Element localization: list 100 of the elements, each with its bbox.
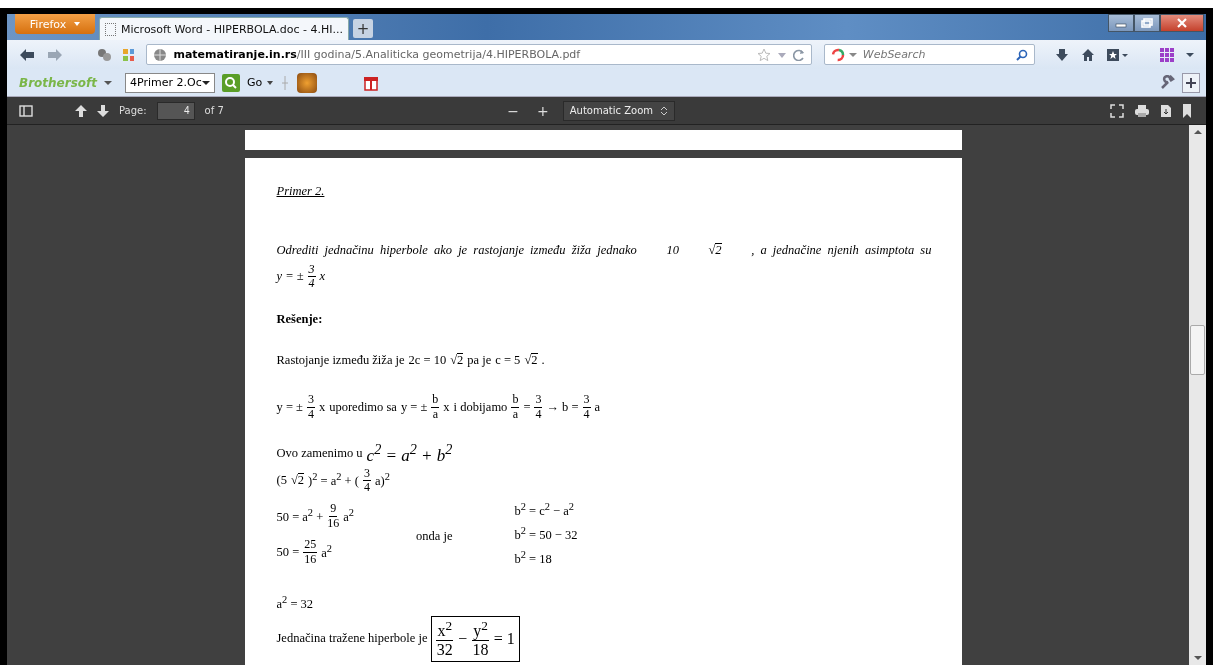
apps-grid-icon[interactable]	[1160, 47, 1175, 62]
grid-icon[interactable]	[122, 48, 135, 61]
minimize-button[interactable]	[1108, 14, 1134, 32]
address-bar[interactable]: matematiranje.in.rs/III godina/5.Analiticka geometrija/4.HIPERBOLA.pdf	[146, 44, 812, 65]
bookmark-icon[interactable]	[1182, 103, 1192, 118]
formula: 50 = a$^{2}$ +	[276, 507, 324, 526]
new-tab-button[interactable]: +	[353, 19, 373, 38]
square-root: √2	[708, 242, 722, 258]
text-run: Jednačina tražene hiperbole je	[276, 631, 428, 647]
formula: a)$^{2}$	[374, 471, 390, 490]
section-heading: Rešenje:	[276, 312, 324, 328]
text-run: Odrediti jednačinu hiperbole ako je rastojanje između žiža jednako	[276, 242, 637, 258]
formula: x	[319, 269, 326, 285]
formula: y = ±	[276, 269, 304, 285]
formula: x	[443, 399, 450, 415]
add-button[interactable]	[1182, 72, 1200, 93]
fraction: 9 16	[327, 502, 340, 530]
zoom-in-button[interactable]: +	[533, 102, 553, 119]
download-icon[interactable]	[1160, 103, 1172, 118]
gift-icon[interactable]	[364, 74, 379, 91]
restore-button[interactable]	[1134, 14, 1160, 32]
formula: y = ±	[276, 399, 303, 415]
formula: 10	[666, 242, 679, 258]
formula: a$^{2}$ = 32	[276, 594, 314, 613]
close-button[interactable]	[1160, 14, 1204, 32]
text-run: , a jednačine njenih asimptota su	[751, 242, 932, 258]
text-run: i dobijamo	[453, 399, 508, 415]
page-count: of 7	[204, 105, 224, 116]
text-run: .	[541, 352, 545, 368]
page-number-field[interactable]: 4	[156, 101, 195, 120]
formula: −	[458, 629, 468, 648]
formula: a	[594, 399, 601, 415]
browser-tab[interactable]: Microsoft Word - HIPERBOLA.doc - 4.HI...	[99, 17, 349, 40]
formula: b$^{2}$ = 50 − 32	[514, 525, 578, 544]
reload-icon[interactable]	[792, 48, 805, 61]
zoom-select[interactable]: Automatic Zoom	[562, 100, 675, 121]
fraction: 3 4	[362, 466, 371, 495]
previous-page-icon[interactable]	[75, 104, 87, 117]
formula: (5	[276, 472, 287, 488]
scroll-up-icon[interactable]	[1193, 129, 1202, 135]
go-button[interactable]: Go	[247, 76, 274, 89]
fullscreen-icon[interactable]	[1110, 103, 1124, 118]
formula: a$^{2}$	[343, 507, 354, 526]
fraction: 3 4	[582, 393, 591, 421]
dropdown-icon[interactable]	[104, 78, 112, 87]
fraction: 25 16	[303, 538, 318, 566]
zoom-out-button[interactable]: −	[503, 102, 524, 119]
next-page-icon[interactable]	[97, 104, 109, 117]
fraction: b a	[431, 393, 440, 421]
formula: =	[523, 399, 531, 415]
scrollbar[interactable]	[1189, 125, 1206, 665]
fraction: 3 4	[307, 263, 316, 291]
formula: c$^{2}$ = a$^{2}$ + b$^{2}$	[366, 441, 453, 467]
page-label: Page:	[119, 105, 147, 116]
wrench-icon[interactable]	[1159, 74, 1175, 91]
url-text: matematiranje.in.rs/III godina/5.Analiticka geometrija/4.HIPERBOLA.pdf	[173, 48, 581, 61]
toolbar-app-icon[interactable]	[297, 72, 318, 93]
scroll-thumb[interactable]	[1190, 325, 1205, 375]
search-icon[interactable]	[1015, 48, 1028, 61]
fraction: x$^{2}$ 32	[436, 619, 454, 659]
separator-handle-icon	[280, 73, 291, 92]
formula: 50 =	[276, 544, 300, 560]
close-icon[interactable]	[1176, 18, 1188, 28]
fraction: 3 4	[534, 393, 543, 421]
search-dropdown[interactable]: 4Primer 2.Oc	[125, 72, 215, 93]
search-icon[interactable]	[222, 73, 240, 92]
example-heading: Primer 2.	[276, 184, 325, 199]
formula: 2c = 10	[408, 352, 447, 368]
back-icon[interactable]	[19, 47, 35, 62]
formula: y = ±	[400, 399, 428, 415]
square-root: √2	[524, 352, 538, 368]
print-icon[interactable]	[1134, 103, 1150, 118]
star-icon[interactable]	[756, 47, 771, 62]
scroll-down-icon[interactable]	[1193, 655, 1202, 661]
bookmarks-icon[interactable]	[1106, 47, 1129, 62]
plus-icon[interactable]	[1186, 77, 1196, 88]
formula: x	[318, 399, 326, 415]
search-engine-icon[interactable]	[830, 47, 845, 62]
formula: )$^{2}$ = a$^{2}$ + (	[308, 471, 359, 490]
text-run: pa je	[467, 352, 492, 368]
formula: a$^{2}$	[321, 543, 332, 562]
fraction: b a	[511, 393, 520, 421]
text-run: uporedimo sa	[329, 399, 397, 415]
search-field[interactable]: WebSearch	[823, 44, 1035, 65]
formula: c = 5	[495, 352, 521, 368]
fraction: y$^{2}$ 18	[472, 619, 489, 659]
text-run: onda je	[416, 528, 453, 544]
dropdown-icon[interactable]	[267, 79, 274, 86]
dropdown-icon[interactable]	[202, 78, 210, 87]
sidebar-toggle-icon[interactable]	[19, 104, 33, 117]
download-icon[interactable]	[1054, 47, 1069, 62]
up-down-arrows-icon[interactable]	[659, 105, 668, 116]
home-icon[interactable]	[1080, 47, 1095, 62]
globe-icon	[153, 47, 168, 62]
dropdown-icon[interactable]	[1186, 50, 1194, 59]
formula: → b =	[546, 399, 579, 415]
formula: b$^{2}$ = c$^{2}$ − a$^{2}$	[514, 501, 575, 520]
square-root: √2	[450, 352, 464, 368]
formula: b$^{2}$ = 18	[514, 549, 552, 568]
text-run: Rastojanje između žiža je	[276, 352, 405, 368]
